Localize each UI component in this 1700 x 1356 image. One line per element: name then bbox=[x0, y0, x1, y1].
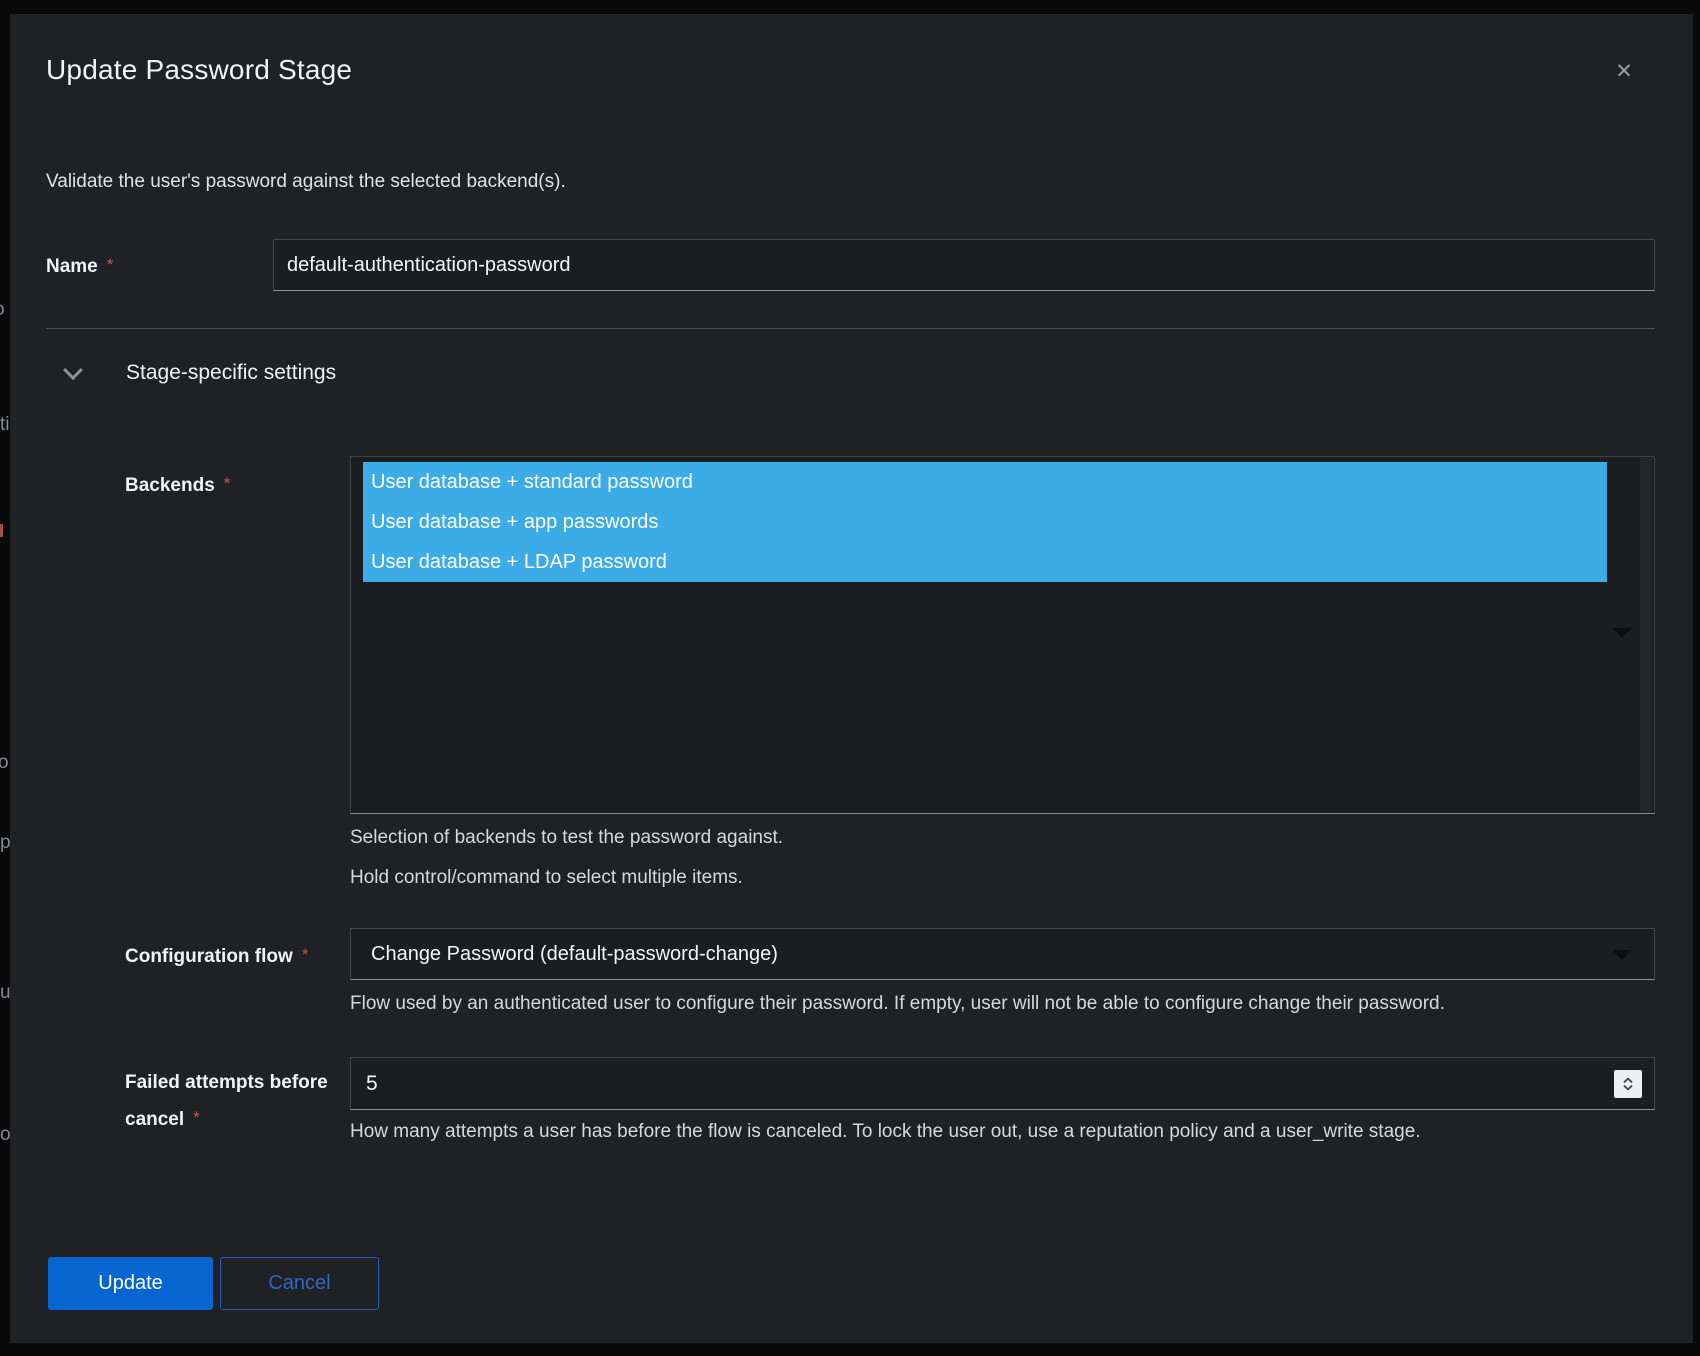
name-label-text: Name bbox=[46, 256, 98, 277]
update-button[interactable]: Update bbox=[48, 1257, 213, 1310]
name-label: Name * bbox=[46, 250, 113, 282]
background-accent-fragment bbox=[0, 524, 3, 537]
failed-attempts-input[interactable]: 5 bbox=[350, 1057, 1655, 1110]
update-password-stage-modal: ✕ Update Password Stage Validate the use… bbox=[10, 14, 1693, 1343]
failed-attempts-label: Failed attempts before cancel* bbox=[125, 1065, 343, 1137]
background-text-fragment: o bbox=[0, 299, 4, 321]
background-text-fragment: up bbox=[0, 982, 10, 1004]
select-caret-icon bbox=[1612, 628, 1632, 638]
modal-description: Validate the user's password against the… bbox=[46, 171, 566, 193]
failed-attempts-value: 5 bbox=[366, 1058, 378, 1109]
backends-option-selected[interactable]: User database + app passwords bbox=[363, 502, 1607, 542]
configuration-flow-value: Change Password (default-password-change… bbox=[371, 929, 778, 979]
backends-multiselect[interactable]: User database + standard password User d… bbox=[350, 456, 1655, 814]
backends-help-line-1: Selection of backends to test the passwo… bbox=[350, 824, 783, 852]
name-input-value: default-authentication-password bbox=[287, 240, 571, 290]
configuration-flow-label: Configuration flow * bbox=[125, 940, 308, 972]
backends-help-line-2: Hold control/command to select multiple … bbox=[350, 864, 743, 892]
backends-label: Backends * bbox=[125, 469, 230, 501]
stage-specific-settings-toggle[interactable]: Stage-specific settings bbox=[66, 358, 336, 388]
background-text-fragment: ot bbox=[0, 752, 8, 774]
background-text-fragment: p bbox=[0, 832, 10, 854]
required-asterisk: * bbox=[224, 474, 231, 493]
stepper-down-icon[interactable] bbox=[1623, 1085, 1633, 1090]
name-input[interactable]: default-authentication-password bbox=[273, 239, 1655, 291]
cancel-button[interactable]: Cancel bbox=[220, 1257, 379, 1310]
listbox-scrollbar[interactable] bbox=[1640, 458, 1652, 812]
failed-attempts-label-text: Failed attempts before cancel bbox=[125, 1072, 328, 1130]
close-icon[interactable]: ✕ bbox=[1608, 56, 1640, 88]
stepper-up-icon[interactable] bbox=[1623, 1078, 1633, 1083]
backends-label-text: Backends bbox=[125, 475, 215, 496]
required-asterisk: * bbox=[193, 1108, 200, 1127]
backends-options: User database + standard password User d… bbox=[363, 462, 1607, 582]
backends-option-selected[interactable]: User database + LDAP password bbox=[363, 542, 1607, 582]
section-header-label: Stage-specific settings bbox=[126, 361, 336, 385]
number-stepper[interactable] bbox=[1614, 1070, 1642, 1098]
select-caret-icon bbox=[1612, 950, 1632, 960]
backends-option-selected[interactable]: User database + standard password bbox=[363, 462, 1607, 502]
required-asterisk: * bbox=[302, 945, 309, 964]
chevron-down-icon bbox=[63, 360, 83, 380]
background-text-fragment: o bbox=[0, 1124, 10, 1146]
page: o ti ot p up o ✕ Update Password Stage V… bbox=[0, 0, 1700, 1356]
divider bbox=[46, 328, 1655, 329]
modal-title: Update Password Stage bbox=[46, 54, 352, 86]
configuration-flow-label-text: Configuration flow bbox=[125, 946, 293, 967]
configuration-flow-help: Flow used by an authenticated user to co… bbox=[350, 990, 1445, 1018]
failed-attempts-help: How many attempts a user has before the … bbox=[350, 1118, 1421, 1146]
background-text-fragment: ti bbox=[0, 414, 10, 436]
configuration-flow-select[interactable]: Change Password (default-password-change… bbox=[350, 928, 1655, 980]
required-asterisk: * bbox=[107, 255, 114, 274]
